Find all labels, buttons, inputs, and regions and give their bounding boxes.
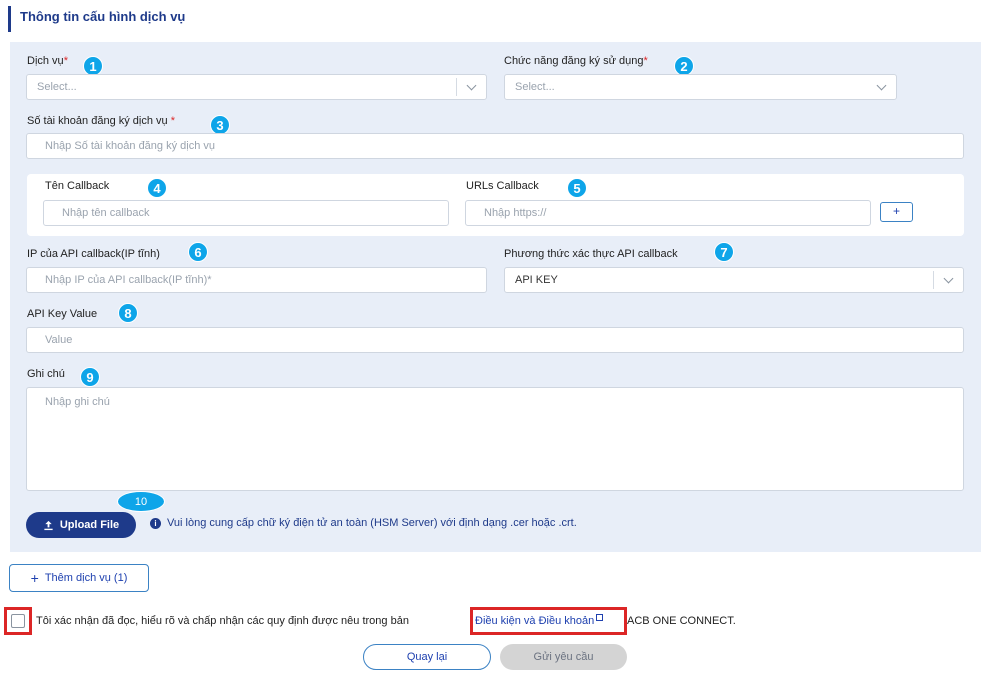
annotation-badge-10: 10	[117, 491, 165, 512]
annotation-badge-1: 1	[83, 56, 103, 76]
add-service-button[interactable]: + Thêm dịch vụ (1)	[9, 564, 149, 592]
add-callback-url-button[interactable]: +	[880, 202, 913, 222]
annotation-badge-3: 3	[210, 115, 230, 135]
submit-button[interactable]: Gửi yêu cầu	[500, 644, 627, 670]
api-key-input[interactable]: Value	[26, 327, 964, 353]
chevron-down-icon[interactable]	[933, 271, 963, 289]
auth-method-select[interactable]: API KEY	[504, 267, 964, 293]
external-link-icon	[596, 614, 604, 621]
upload-icon	[44, 520, 53, 530]
highlight-box-terms: Điều kiện và Điều khoản	[470, 607, 627, 635]
annotation-badge-5: 5	[567, 178, 587, 198]
account-input[interactable]: Nhập Số tài khoản đăng ký dịch vụ	[26, 133, 964, 159]
terms-link[interactable]: Điều kiện và Điều khoản	[475, 614, 604, 627]
service-select[interactable]: Select...	[26, 74, 487, 100]
callback-url-input[interactable]: Nhập https://	[465, 200, 871, 226]
back-button[interactable]: Quay lại	[363, 644, 491, 670]
confirm-text-after: ACB ONE CONNECT.	[627, 615, 736, 627]
note-textarea[interactable]: Nhập ghi chú	[26, 387, 964, 491]
annotation-badge-6: 6	[188, 242, 208, 262]
section-title: Thông tin cấu hình dịch vụ	[8, 6, 185, 32]
function-label: Chức năng đăng ký sử dụng*	[504, 55, 648, 67]
chevron-down-icon[interactable]	[456, 78, 486, 96]
note-label: Ghi chú	[27, 368, 65, 380]
plus-icon: +	[30, 570, 39, 586]
account-label: Số tài khoản đăng ký dịch vụ *	[27, 115, 175, 127]
upload-info: i Vui lòng cung cấp chữ ký điện tử an to…	[150, 517, 577, 529]
chevron-down-icon[interactable]	[866, 78, 896, 96]
annotation-badge-7: 7	[714, 242, 734, 262]
callback-name-label: Tên Callback	[45, 180, 110, 192]
annotation-badge-8: 8	[118, 303, 138, 323]
function-select[interactable]: Select...	[504, 74, 897, 100]
service-label: Dịch vụ*	[27, 55, 68, 67]
callback-url-label: URLs Callback	[466, 180, 539, 192]
auth-method-label: Phương thức xác thực API callback	[504, 248, 678, 260]
confirm-text: Tôi xác nhận đã đọc, hiểu rõ và chấp nhậ…	[36, 615, 409, 627]
confirm-checkbox[interactable]	[11, 614, 25, 628]
api-ip-label: IP của API callback(IP tĩnh)	[27, 248, 160, 260]
annotation-badge-4: 4	[147, 178, 167, 198]
upload-file-button[interactable]: Upload File	[26, 512, 136, 538]
highlight-box-checkbox	[4, 607, 32, 635]
info-icon: i	[150, 517, 161, 529]
api-ip-input[interactable]: Nhập IP của API callback(IP tĩnh)*	[26, 267, 487, 293]
callback-name-input[interactable]: Nhập tên callback	[43, 200, 449, 226]
api-key-label: API Key Value	[27, 308, 98, 320]
annotation-badge-2: 2	[674, 56, 694, 76]
annotation-badge-9: 9	[80, 367, 100, 387]
